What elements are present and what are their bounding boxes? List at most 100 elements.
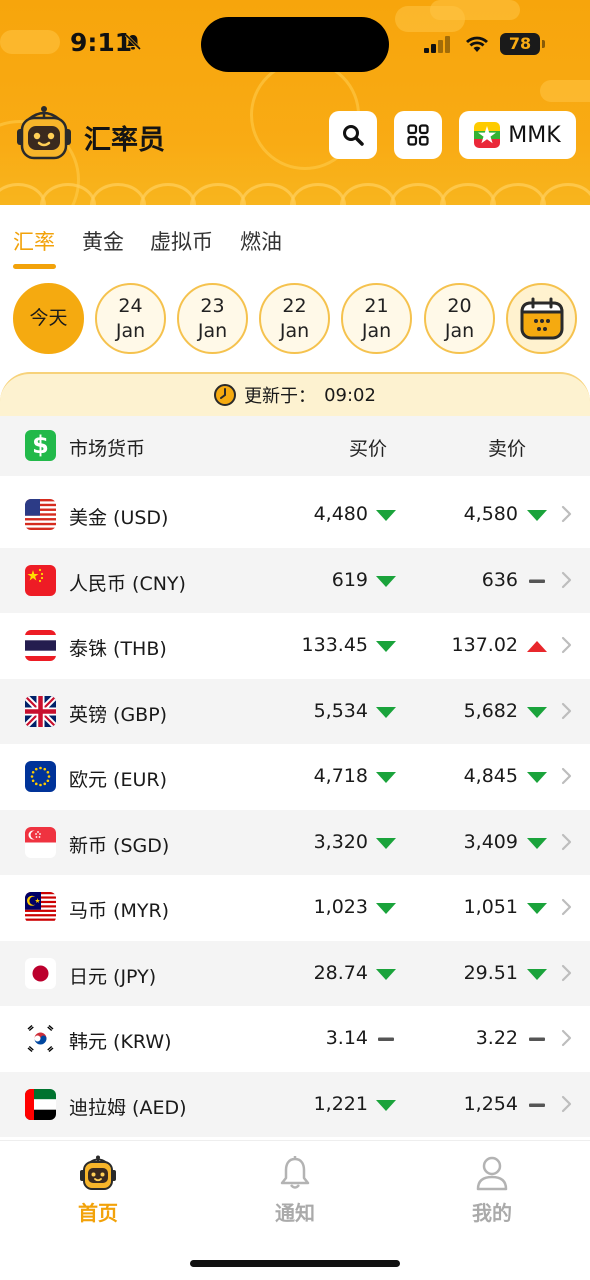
currency-name: 日元 (JPY) (69, 965, 157, 988)
base-currency-label: MMK (508, 122, 561, 148)
rate-row[interactable]: 新币 (SGD) 3,320 3,409 (0, 809, 590, 875)
update-label: 更新于： (244, 386, 317, 407)
date-month: Jan (197, 319, 228, 342)
sell-trend-flat-icon (529, 579, 545, 583)
sell-trend-down-icon (527, 706, 547, 718)
chevron-right-icon (561, 964, 572, 981)
rate-row[interactable]: 迪拉姆 (AED) 1,221 1,254 (0, 1071, 590, 1137)
update-time: 09:02 (324, 384, 376, 406)
sell-price: 1,254 (463, 1092, 518, 1115)
rate-row[interactable]: 韩元 (KRW) 3.14 3.22 (0, 1006, 590, 1071)
user-icon (476, 1156, 508, 1191)
nav-notifications-label: 通知 (275, 1201, 315, 1225)
chevron-right-icon (561, 833, 572, 850)
buy-price: 5,534 (313, 699, 368, 722)
buy-trend-down-icon (376, 641, 396, 652)
status-time: 9:11 (70, 28, 133, 57)
japan-flag-icon (25, 957, 56, 989)
robot-logo-icon (17, 106, 71, 160)
header-buy: 买价 (349, 438, 388, 460)
sell-price: 137.02 (451, 634, 518, 656)
date-month: Jan (444, 319, 475, 342)
tab-fuel[interactable]: 燃油 (240, 226, 282, 256)
buy-price: 28.74 (313, 961, 368, 984)
sell-trend-down-icon (527, 903, 547, 914)
currency-name: 迪拉姆 (AED) (69, 1096, 187, 1119)
date-month: Jan (361, 319, 392, 342)
sell-trend-flat-icon (529, 1037, 545, 1041)
buy-price: 4,718 (313, 765, 368, 787)
search-icon (343, 125, 364, 146)
tab-exchange-rate[interactable]: 汇率 (13, 226, 55, 256)
buy-price: 3,320 (313, 830, 368, 853)
sell-trend-down-icon (527, 837, 547, 849)
apps-grid-button[interactable] (394, 111, 442, 159)
date-button-22[interactable]: 22 Jan (259, 283, 330, 354)
currency-name: 人民币 (CNY) (69, 572, 186, 595)
sell-trend-down-icon (527, 510, 547, 521)
currency-name: 韩元 (KRW) (69, 1031, 172, 1053)
rate-row[interactable]: 日元 (JPY) 28.74 29.51 (0, 940, 590, 1006)
date-button-21[interactable]: 21 Jan (341, 283, 412, 354)
dynamic-island (201, 17, 389, 72)
app-title: 汇率员 (84, 125, 165, 156)
update-time-bar: 更新于： 09:02 (0, 372, 590, 416)
chevron-right-icon (561, 571, 572, 588)
bottom-navigation: 首页 通知 我的 (0, 1140, 590, 1280)
buy-trend-down-icon (376, 706, 396, 718)
nav-profile[interactable]: 我的 (442, 1155, 542, 1226)
chevron-right-icon (561, 767, 572, 785)
uae-flag-icon (25, 1088, 56, 1120)
search-button[interactable] (329, 111, 377, 159)
chevron-right-icon (561, 702, 572, 719)
sell-price: 4,580 (463, 503, 518, 525)
tab-gold[interactable]: 黄金 (82, 226, 124, 256)
sell-price: 636 (481, 568, 518, 591)
date-button-20[interactable]: 20 Jan (424, 283, 495, 354)
sell-price: 5,682 (463, 699, 518, 722)
date-selector: 今天 24 Jan 23 Jan 22 Jan 21 Jan 20 Jan (0, 283, 590, 355)
sell-trend-down-icon (527, 968, 547, 980)
chevron-right-icon (561, 1029, 572, 1047)
buy-trend-down-icon (376, 575, 396, 587)
date-today-label: 今天 (29, 307, 68, 329)
sell-trend-flat-icon (529, 1103, 545, 1107)
rate-row[interactable]: 泰铢 (THB) 133.45 137.02 (0, 613, 590, 678)
date-day: 20 (447, 294, 472, 317)
thailand-flag-icon (25, 630, 56, 661)
date-day: 22 (282, 294, 307, 317)
us-flag-icon (25, 499, 56, 530)
currency-name: 英镑 (GBP) (69, 703, 168, 726)
rate-table-header: $ 市场货币 买价 卖价 (0, 416, 590, 476)
rate-row[interactable]: 马币 (MYR) 1,023 1,051 (0, 875, 590, 940)
tab-crypto[interactable]: 虚拟币 (150, 226, 213, 256)
nav-notifications[interactable]: 通知 (245, 1155, 345, 1226)
date-button-24[interactable]: 24 Jan (95, 283, 166, 354)
malaysia-flag-icon (25, 892, 56, 923)
header-sell: 卖价 (488, 438, 527, 460)
date-button-23[interactable]: 23 Jan (177, 283, 248, 354)
nav-home[interactable]: 首页 (48, 1155, 148, 1226)
wifi-icon (466, 36, 488, 52)
home-robot-icon (80, 1155, 116, 1190)
base-currency-button[interactable]: MMK (459, 111, 576, 159)
eu-flag-icon (25, 761, 56, 792)
buy-trend-down-icon (376, 837, 396, 849)
rate-row[interactable]: 人民币 (CNY) 619 636 (0, 547, 590, 613)
calendar-button[interactable] (506, 283, 577, 354)
currency-name: 美金 (USD) (69, 507, 169, 529)
buy-trend-down-icon (376, 510, 396, 521)
buy-price: 1,221 (313, 1092, 368, 1115)
currency-name: 泰铢 (THB) (69, 638, 167, 660)
rate-row[interactable]: 英镑 (GBP) 5,534 5,682 (0, 678, 590, 744)
buy-price: 4,480 (313, 503, 368, 525)
nav-home-label: 首页 (78, 1201, 118, 1225)
signal-icon (424, 36, 450, 53)
uk-flag-icon (25, 695, 56, 727)
rate-row[interactable]: 美金 (USD) 4,480 4,580 (0, 482, 590, 547)
date-today-button[interactable]: 今天 (13, 283, 84, 354)
date-month: Jan (115, 319, 146, 342)
rate-row[interactable]: 欧元 (EUR) 4,718 4,845 (0, 744, 590, 809)
chevron-right-icon (561, 898, 572, 916)
battery-indicator: 78 (500, 33, 545, 55)
